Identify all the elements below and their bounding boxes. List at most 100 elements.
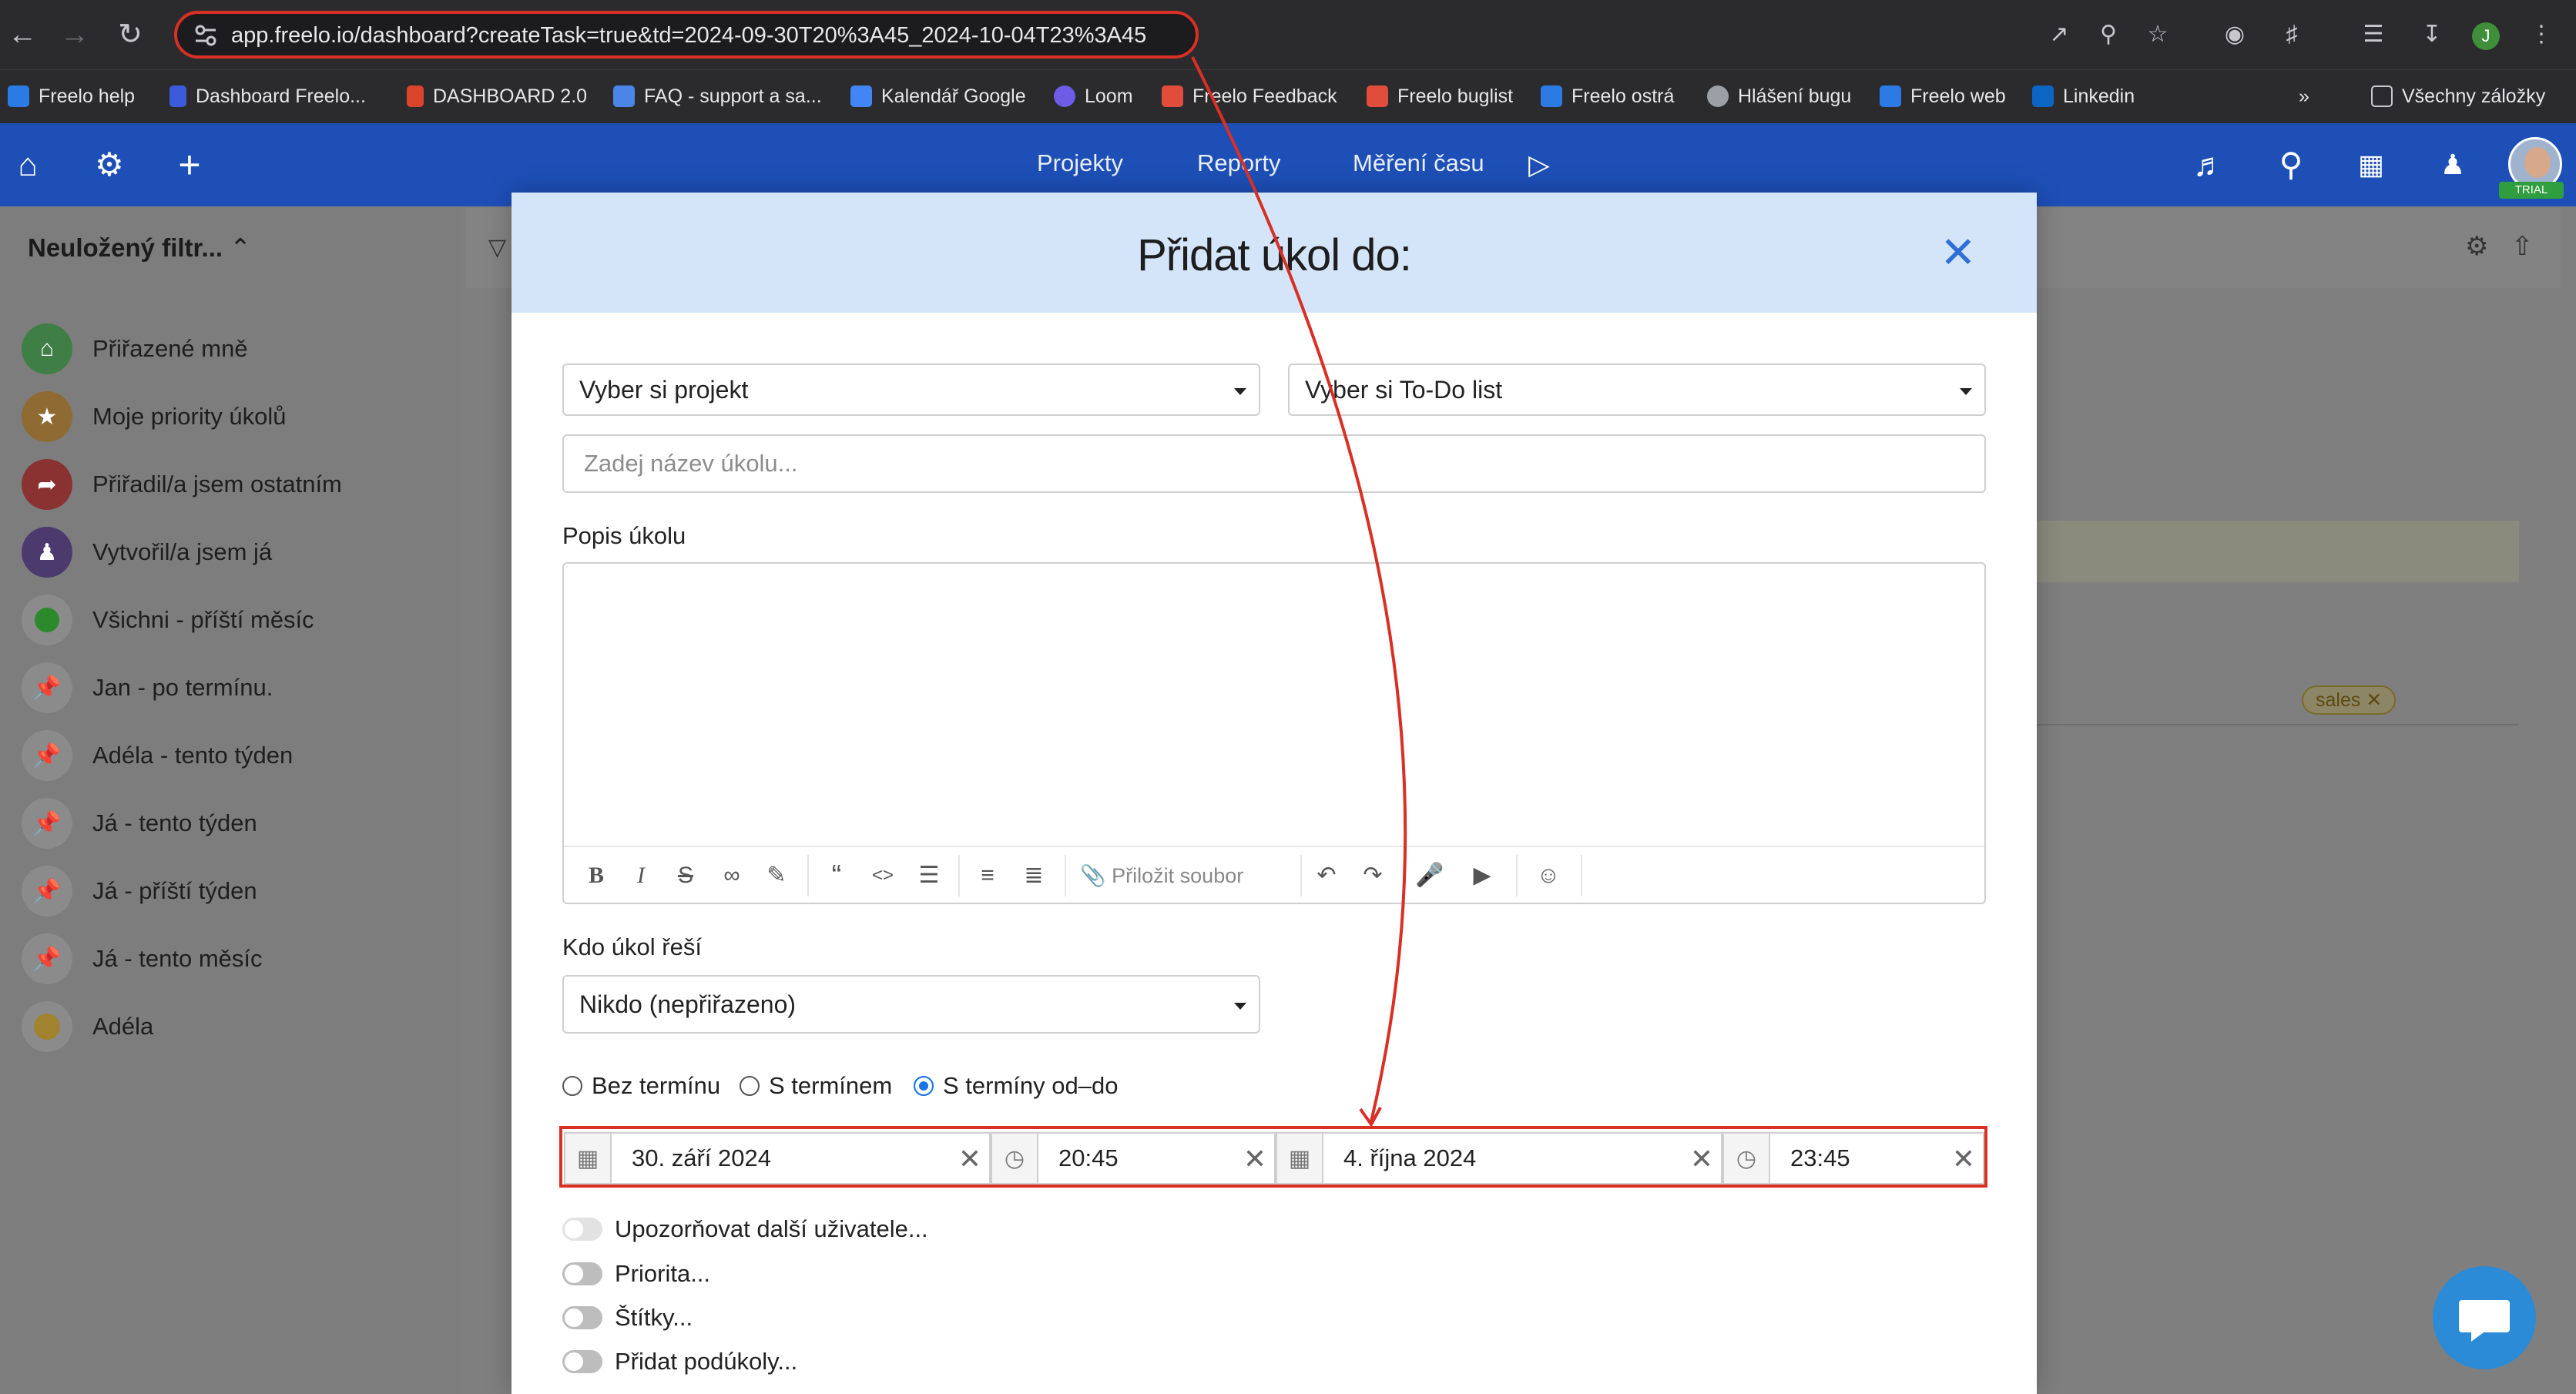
quote-icon[interactable]: “ bbox=[821, 858, 852, 893]
export-icon[interactable]: ⇧ bbox=[2511, 231, 2534, 262]
end-time-input[interactable]: 23:45 ✕ bbox=[1769, 1132, 1984, 1185]
description-editor[interactable]: B I S ∞ ✎ “ <> ☰ ≡ ≣ 📎 Přiložit soubor ↶… bbox=[562, 562, 1986, 904]
redo-icon[interactable]: ↷ bbox=[1357, 858, 1388, 893]
play-timer-icon[interactable]: ▷ bbox=[1516, 142, 1562, 188]
clock-icon[interactable]: ◷ bbox=[991, 1132, 1038, 1185]
forward-icon[interactable]: → bbox=[54, 14, 96, 55]
calendar-icon[interactable]: ▦ bbox=[2348, 142, 2394, 188]
bookmark-item[interactable]: DASHBOARD 2.0 bbox=[407, 81, 587, 112]
browser-menu-icon[interactable]: ⋮ bbox=[2521, 14, 2562, 55]
all-bookmarks-button[interactable]: Všechny záložky bbox=[2371, 81, 2545, 112]
emoji-icon[interactable]: ☺ bbox=[1533, 858, 1564, 893]
bullet-list-icon[interactable]: ≡ bbox=[972, 858, 1003, 893]
toggle-subtasks[interactable]: Přidat podúkoly... bbox=[562, 1348, 797, 1376]
bookmark-item[interactable]: Linkedin bbox=[2032, 81, 2135, 112]
sidebar-item-assigned-to-others[interactable]: ➦ Přiřadil/a jsem ostatním bbox=[22, 457, 342, 511]
toggle-switch[interactable] bbox=[562, 1350, 602, 1373]
tag-badge[interactable]: sales ✕ bbox=[2302, 685, 2397, 715]
clear-icon[interactable]: ✕ bbox=[958, 1140, 981, 1178]
numbered-list-icon[interactable]: ≣ bbox=[1018, 858, 1049, 893]
clear-icon[interactable]: ✕ bbox=[1952, 1140, 1975, 1178]
sidebar-item-me-next-week[interactable]: 📌 Já - příští týden bbox=[22, 864, 257, 918]
sidebar-item-me-this-month[interactable]: 📌 Já - tento měsíc bbox=[22, 932, 263, 986]
bookmark-item[interactable]: Freelo buglist bbox=[1367, 81, 1513, 112]
sidebar-item-my-priorities[interactable]: ★ Moje priority úkolů bbox=[22, 390, 287, 444]
video-icon[interactable]: ▶ bbox=[1467, 858, 1498, 893]
todo-list-select[interactable]: Vyber si To-Do list bbox=[1288, 364, 1986, 416]
address-bar[interactable]: app.freelo.io/dashboard?createTask=true&… bbox=[174, 11, 1199, 59]
sidebar-item-jan-overdue[interactable]: 📌 Jan - po termínu. bbox=[22, 661, 273, 715]
clear-icon[interactable]: ✕ bbox=[1243, 1140, 1266, 1178]
radio-no-deadline[interactable]: Bez termínu bbox=[562, 1072, 720, 1100]
clear-icon[interactable]: ✕ bbox=[1690, 1140, 1713, 1178]
radio-button[interactable] bbox=[740, 1076, 760, 1096]
open-in-icon[interactable]: ↗ bbox=[2038, 14, 2080, 55]
calendar-icon[interactable]: ▦ bbox=[1276, 1132, 1323, 1185]
sidebar-item-created-by-me[interactable]: ♟ Vytvořil/a jsem já bbox=[22, 525, 272, 579]
chat-widget-button[interactable] bbox=[2433, 1266, 2536, 1369]
brush-icon[interactable]: ✎ bbox=[761, 858, 792, 893]
bookmark-item[interactable]: Freelo Feedback bbox=[1162, 81, 1337, 112]
toggle-switch[interactable] bbox=[562, 1262, 602, 1285]
toggle-notify-users[interactable]: Upozorňovat další uživatele... bbox=[562, 1215, 928, 1243]
settings-gear-icon[interactable]: ⚙ bbox=[86, 142, 132, 188]
radio-button-selected[interactable] bbox=[914, 1076, 934, 1096]
profile-avatar[interactable]: J bbox=[2465, 14, 2507, 55]
more-bookmarks-button[interactable]: » bbox=[2299, 81, 2309, 112]
media-queue-icon[interactable]: ☰ bbox=[2353, 14, 2394, 55]
radio-button[interactable] bbox=[562, 1076, 582, 1096]
code-icon[interactable]: <> bbox=[867, 858, 898, 893]
tag-remove-icon[interactable]: ✕ bbox=[2366, 689, 2382, 711]
italic-icon[interactable]: I bbox=[626, 858, 656, 893]
home-icon[interactable]: ⌂ bbox=[5, 142, 51, 188]
bookmark-item[interactable]: Freelo help bbox=[8, 81, 135, 112]
microphone-icon[interactable]: 🎤 bbox=[1414, 858, 1445, 893]
team-icon[interactable]: ♟ bbox=[2430, 142, 2476, 188]
project-select[interactable]: Vyber si projekt bbox=[562, 364, 1260, 416]
start-date-input[interactable]: 30. září 2024 ✕ bbox=[610, 1132, 991, 1185]
notifications-bell-icon[interactable]: ♬ bbox=[2186, 142, 2232, 188]
filter-icon[interactable]: ▽ bbox=[488, 234, 506, 261]
bookmark-item[interactable]: Freelo ostrá bbox=[1541, 81, 1674, 112]
bookmark-item[interactable]: Kalendář Google bbox=[850, 81, 1026, 112]
toggle-switch[interactable] bbox=[562, 1218, 602, 1241]
start-time-input[interactable]: 20:45 ✕ bbox=[1037, 1132, 1276, 1185]
sidebar-item-me-this-week[interactable]: 📌 Já - tento týden bbox=[22, 796, 257, 850]
bookmark-item[interactable]: Dashboard Freelo... bbox=[169, 81, 366, 112]
toggle-tags[interactable]: Štítky... bbox=[562, 1304, 693, 1332]
assignee-select[interactable]: Nikdo (nepřiřazeno) bbox=[562, 975, 1260, 1034]
download-icon[interactable]: ↧ bbox=[2411, 14, 2453, 55]
horizontal-rule-icon[interactable]: ☰ bbox=[914, 858, 944, 893]
link-icon[interactable]: ∞ bbox=[716, 858, 747, 893]
search-icon[interactable]: ⚲ bbox=[2268, 142, 2314, 188]
calendar-icon[interactable]: ▦ bbox=[564, 1132, 612, 1185]
strikethrough-icon[interactable]: S bbox=[670, 858, 701, 893]
task-name-input[interactable]: Zadej název úkolu... bbox=[562, 434, 1986, 493]
sidebar-item-adela-this-week[interactable]: 📌 Adéla - tento týden bbox=[22, 729, 293, 782]
extensions-puzzle-icon[interactable]: ♯ bbox=[2271, 14, 2313, 55]
toggle-switch[interactable] bbox=[562, 1306, 602, 1329]
menu-projekty[interactable]: Projekty bbox=[1037, 149, 1123, 177]
sidebar-item-everyone-next-month[interactable]: Všichni - příští měsíc bbox=[22, 593, 314, 647]
bookmark-star-icon[interactable]: ☆ bbox=[2137, 14, 2179, 55]
reload-icon[interactable]: ↻ bbox=[109, 14, 151, 55]
bookmark-item[interactable]: Freelo web bbox=[1880, 81, 2006, 112]
attach-file-button[interactable]: 📎 Přiložit soubor bbox=[1080, 858, 1243, 893]
add-icon[interactable]: + bbox=[166, 142, 213, 188]
undo-icon[interactable]: ↶ bbox=[1311, 858, 1342, 893]
filter-title[interactable]: Neuložený filtr... ⌃ bbox=[28, 233, 251, 263]
bookmark-item[interactable]: Hlášení bugu bbox=[1707, 81, 1851, 112]
sidebar-item-adela[interactable]: Adéla bbox=[22, 1000, 153, 1054]
back-icon[interactable]: ← bbox=[2, 14, 43, 55]
radio-with-deadline[interactable]: S termínem bbox=[740, 1072, 892, 1100]
settings-icon[interactable]: ⚙ bbox=[2465, 231, 2488, 262]
extension-badge-icon[interactable]: ◉ bbox=[2214, 14, 2256, 55]
site-settings-icon[interactable] bbox=[194, 25, 217, 46]
radio-date-range[interactable]: S termíny od–do bbox=[914, 1072, 1118, 1100]
toggle-priority[interactable]: Priorita... bbox=[562, 1260, 710, 1288]
menu-mereni-casu[interactable]: Měření času bbox=[1353, 149, 1484, 177]
sidebar-item-assigned-to-me[interactable]: ⌂ Přiřazené mně bbox=[22, 322, 248, 376]
bookmark-item[interactable]: FAQ - support a sa... bbox=[613, 81, 822, 112]
clock-icon[interactable]: ◷ bbox=[1722, 1132, 1770, 1185]
end-date-input[interactable]: 4. října 2024 ✕ bbox=[1322, 1132, 1722, 1185]
